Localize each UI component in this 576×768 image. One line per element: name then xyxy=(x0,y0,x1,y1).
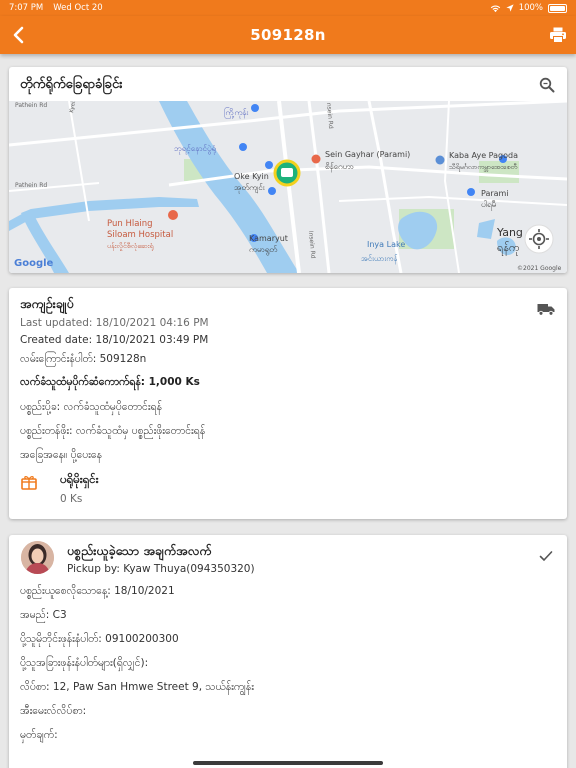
pickup-by: Pickup by: Kyaw Thuya(094350320) xyxy=(67,563,255,575)
svg-text:Oke Kyin: Oke Kyin xyxy=(234,172,269,181)
pickup-date: ပစ္စည်းယူစေလိုသောနေ့: 18/10/2021 xyxy=(20,585,175,597)
sender-phone: ပို့သူမိုဘိုင်းဖုန်းနံပါတ်: 09100200300 xyxy=(20,633,179,645)
home-indicator xyxy=(193,761,383,765)
svg-text:သီရိမင်္ဂလာကမ္ဘာအေးစေတီ: သီရိမင်္ဂလာကမ္ဘာအေးစေတီ xyxy=(449,163,517,172)
check-icon xyxy=(539,551,553,562)
delivery-status: အခြေအနေ။ ပို့ပေးနေ xyxy=(20,449,102,461)
live-tracking-card: တိုက်ရိုက်ခြေရာခံခြင်း ကြို့ကုန်း ဘုရင့်… xyxy=(9,67,567,273)
last-updated: Last updated: 18/10/2021 04:16 PM xyxy=(20,317,209,329)
svg-text:Sein Gayhar (Parami): Sein Gayhar (Parami) xyxy=(325,150,410,159)
live-tracking-title: တိုက်ရိုက်ခြေရာခံခြင်း xyxy=(20,77,123,92)
wifi-icon xyxy=(490,4,500,12)
delivery-fee: ပစ္စည်းပို့ခ: လက်ခံသူထံမှပိုတောင်းရန် xyxy=(20,401,162,413)
svg-text:Kaba Aye Pagoda: Kaba Aye Pagoda xyxy=(449,151,518,160)
svg-text:©2021 Google: ©2021 Google xyxy=(517,265,562,272)
svg-text:Pathein Rd: Pathein Rd xyxy=(15,102,47,109)
tracking-map[interactable]: Kyeik Wai Rd ကြို့ကုန်း ဘုရင့်နောင်ပွဲရု… xyxy=(9,101,567,273)
printer-icon[interactable] xyxy=(549,26,567,44)
promotion-icon xyxy=(21,476,37,490)
search-icon[interactable] xyxy=(539,77,555,93)
pickup-note: မှတ်ချက်: xyxy=(20,729,58,741)
svg-text:အင်းယားကန်: အင်းယားကန် xyxy=(361,254,398,264)
location-arrow-icon xyxy=(506,4,514,12)
svg-text:ပန်းလှိုင်စီလုံဆေးရုံ: ပန်းလှိုင်စီလုံဆေးရုံ xyxy=(107,242,153,251)
page-title: 509128n xyxy=(250,26,326,44)
sender-address: လိပ်စာ: 12, Paw San Hmwe Street 9, သယ်န်… xyxy=(20,681,254,693)
header-bar: 509128n xyxy=(0,16,576,54)
svg-text:Parami: Parami xyxy=(481,189,509,198)
svg-text:Siloam Hospital: Siloam Hospital xyxy=(107,230,173,240)
cod-amount: လက်ခံသူထံမှပိုက်ဆံကောက်ရန်: 1,000 Ks xyxy=(20,376,200,388)
pickup-title: ပစ္စည်းယူခဲ့သော အချက်အလက် xyxy=(67,543,212,558)
promotion-value: 0 Ks xyxy=(60,493,83,505)
status-bar: 7:07 PM Wed Oct 20 100% xyxy=(0,0,576,16)
my-location-button[interactable] xyxy=(525,225,553,253)
truck-icon xyxy=(537,304,555,316)
status-icons: 100% xyxy=(490,3,567,13)
status-date: Wed Oct 20 xyxy=(53,3,103,13)
svg-text:Kamaryut: Kamaryut xyxy=(249,234,288,243)
avatar xyxy=(21,541,54,574)
svg-text:Yang: Yang xyxy=(496,226,523,239)
sender-other-phone: ပို့သူအခြားဖုန်းနံပါတ်များ(ရှိလျှင်): xyxy=(20,657,149,669)
created-date: Created date: 18/10/2021 03:49 PM xyxy=(20,334,209,346)
tracking-number: လမ်းကြောင်းနံပါတ်: 509128n xyxy=(20,353,147,365)
summary-card: အကျဉ်းချုပ် Last updated: 18/10/2021 04:… xyxy=(9,288,567,519)
battery-icon xyxy=(548,3,567,13)
svg-text:Pun Hlaing: Pun Hlaing xyxy=(107,219,153,229)
sender-email: အီးမေးလ်လိပ်စာ: xyxy=(20,705,87,717)
battery-percent: 100% xyxy=(518,3,543,13)
svg-text:ရန်ကု: ရန်ကု xyxy=(497,241,520,256)
chevron-left-icon[interactable] xyxy=(9,24,29,46)
sender-name: အမည်: C3 xyxy=(20,609,67,621)
goods-value: ပစ္စည်းတန်ဖိုး: လက်ခံသူထံမှ ပစ္စည်းဖိုးတ… xyxy=(20,425,206,437)
svg-text:Google: Google xyxy=(14,258,54,269)
status-time: 7:07 PM xyxy=(9,3,44,13)
promotion-label: ပရိုမိုးရှင်း xyxy=(60,472,99,486)
summary-title: အကျဉ်းချုပ် xyxy=(20,296,74,311)
pickup-info-card: ပစ္စည်းယူခဲ့သော အချက်အလက် Pickup by: Kya… xyxy=(9,535,567,768)
svg-text:Inya Lake: Inya Lake xyxy=(367,240,405,249)
svg-text:Pathein Rd: Pathein Rd xyxy=(15,182,47,189)
